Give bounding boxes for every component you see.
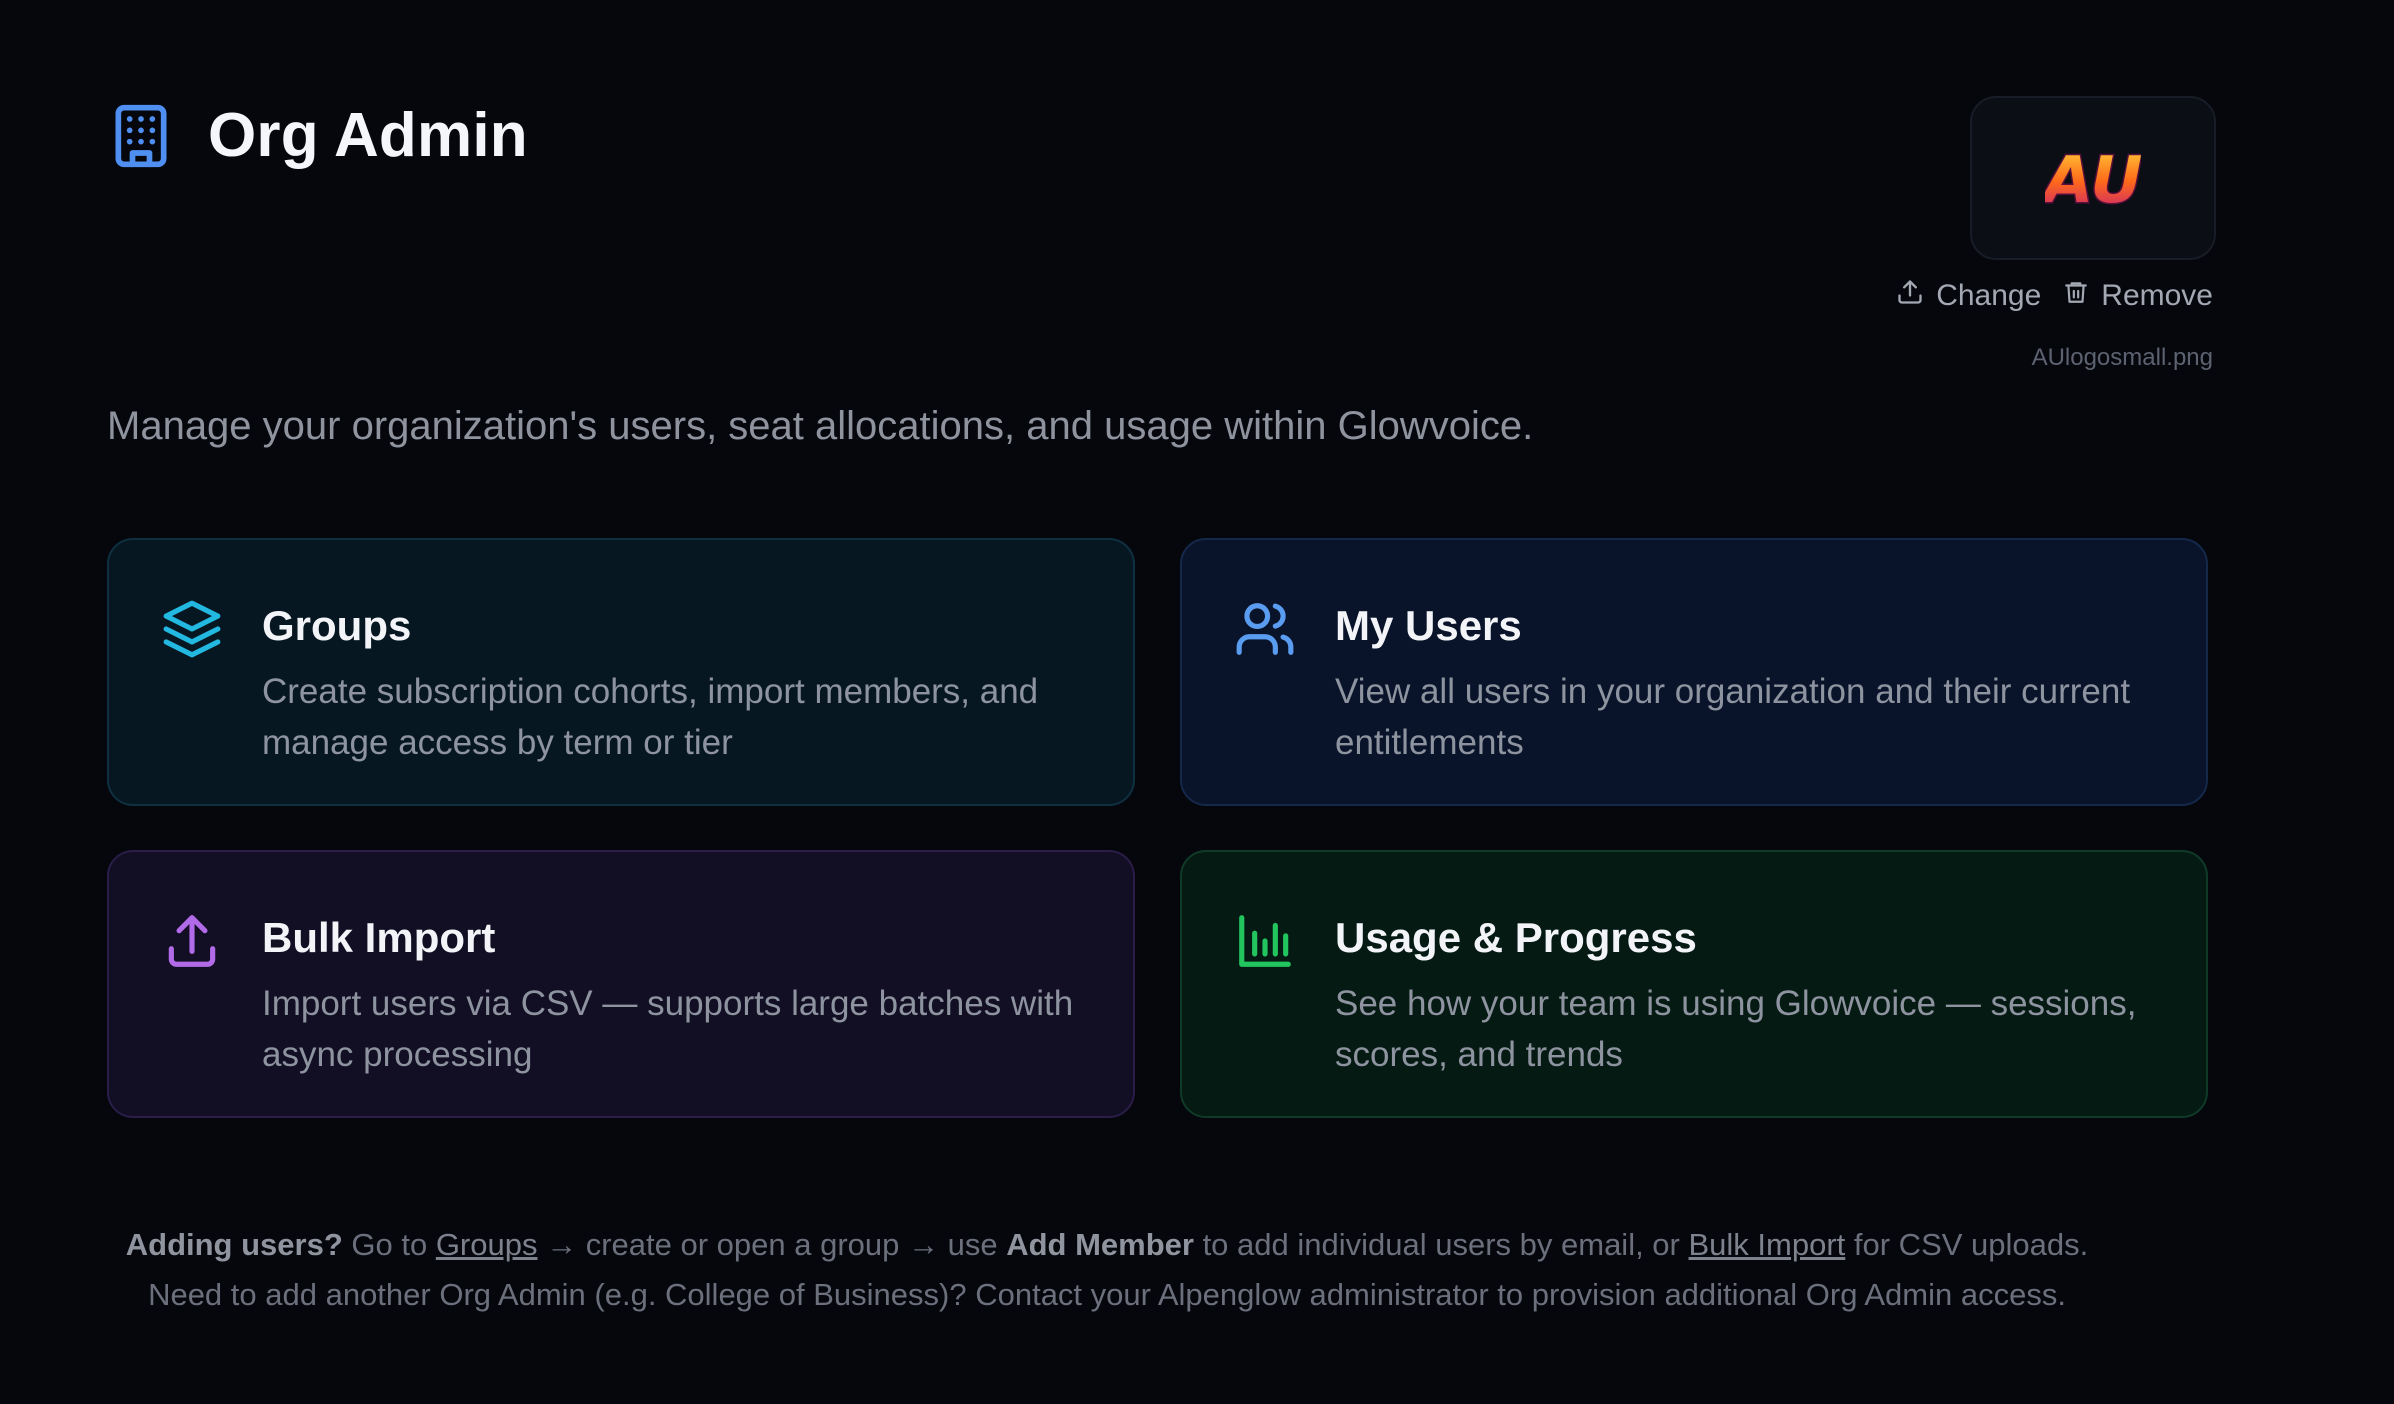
help-text: to add individual users by email, or <box>1193 1227 1689 1262</box>
bulk-import-link[interactable]: Bulk Import <box>1689 1227 1846 1262</box>
groups-card-title: Groups <box>262 602 412 649</box>
my-users-card-title: My Users <box>1335 602 1522 649</box>
help-footer: Adding users? Go to Groups → create or o… <box>0 1220 2214 1320</box>
my-users-card-description: View all users in your organization and … <box>1335 672 2131 762</box>
remove-logo-label: Remove <box>2101 279 2213 312</box>
logo-filename: AUlogosmall.png <box>2031 344 2213 371</box>
help-line-1: Adding users? Go to Groups → create or o… <box>0 1220 2214 1270</box>
upload-icon <box>1896 278 1924 314</box>
change-logo-button[interactable]: Change <box>1896 278 2041 314</box>
users-icon <box>1232 596 1298 662</box>
building-icon <box>107 102 175 170</box>
logo-actions: Change Remove <box>1896 278 2213 314</box>
org-logo[interactable]: AU <box>1970 96 2216 260</box>
help-text: Go to <box>342 1227 436 1262</box>
trash-icon <box>2063 278 2089 314</box>
org-logo-image: AU <box>2045 143 2141 217</box>
help-text: → create or open a group → use <box>537 1227 1007 1262</box>
bar-chart-icon <box>1232 908 1298 974</box>
bulk-import-card[interactable]: Bulk Import Import users via CSV — suppo… <box>107 850 1135 1118</box>
groups-link[interactable]: Groups <box>436 1227 538 1262</box>
help-lead: Adding users? <box>125 1227 343 1262</box>
groups-card[interactable]: Groups Create subscription cohorts, impo… <box>107 538 1135 806</box>
help-text: for CSV uploads. <box>1845 1227 2089 1262</box>
change-logo-label: Change <box>1936 279 2042 312</box>
org-admin-page: Org Admin AU Change Remove AUlogosmall.p… <box>0 0 2394 1404</box>
page-header: Org Admin <box>107 100 528 171</box>
page-title: Org Admin <box>208 101 528 170</box>
add-member-label: Add Member <box>1006 1227 1194 1262</box>
upload-icon <box>159 908 225 974</box>
groups-card-description: Create subscription cohorts, import memb… <box>262 672 1039 762</box>
usage-progress-card-title: Usage & Progress <box>1335 914 1697 961</box>
svg-text:AU: AU <box>2045 144 2141 216</box>
remove-logo-button[interactable]: Remove <box>2063 278 2213 314</box>
bulk-import-card-description: Import users via CSV — supports large ba… <box>262 984 1074 1074</box>
usage-progress-card-description: See how your team is using Glowvoice — s… <box>1335 984 2137 1074</box>
usage-progress-card[interactable]: Usage & Progress See how your team is us… <box>1180 850 2208 1118</box>
help-line-2: Need to add another Org Admin (e.g. Coll… <box>148 1277 2066 1312</box>
my-users-card[interactable]: My Users View all users in your organiza… <box>1180 538 2208 806</box>
bulk-import-card-title: Bulk Import <box>262 914 496 961</box>
layers-icon <box>159 596 225 662</box>
page-subtitle: Manage your organization's users, seat a… <box>107 404 1534 448</box>
